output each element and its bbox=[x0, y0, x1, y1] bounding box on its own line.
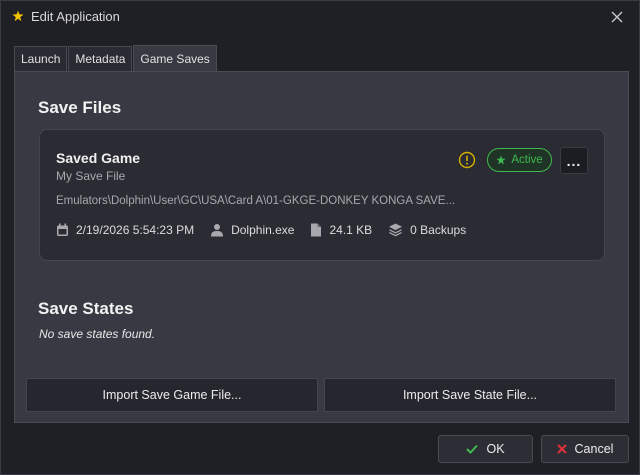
emulator-name: Dolphin.exe bbox=[231, 223, 295, 237]
save-file-card[interactable]: Saved Game My Save File Active ... Emula… bbox=[39, 129, 605, 261]
warning-icon[interactable] bbox=[458, 151, 476, 169]
cancel-button[interactable]: Cancel bbox=[541, 435, 629, 463]
close-icon[interactable] bbox=[608, 8, 626, 26]
save-file-path: Emulators\Dolphin\User\GC\USA\Card A\01-… bbox=[56, 195, 456, 207]
tab-launch[interactable]: Launch bbox=[14, 46, 68, 72]
save-file-meta: 2/19/2026 5:54:23 PM Dolphin.exe 24.1 KB bbox=[56, 221, 482, 239]
save-states-heading: Save States bbox=[38, 299, 134, 318]
tab-metadata[interactable]: Metadata bbox=[68, 46, 133, 72]
window-title: Edit Application bbox=[31, 9, 120, 24]
active-status-badge: Active bbox=[487, 148, 552, 172]
backup-count: 0 Backups bbox=[410, 223, 467, 237]
save-files-heading: Save Files bbox=[38, 98, 122, 117]
more-options-button[interactable]: ... bbox=[560, 147, 588, 174]
active-badge-label: Active bbox=[511, 154, 543, 166]
title-bar: Edit Application bbox=[1, 1, 639, 33]
ok-label: OK bbox=[486, 442, 505, 456]
user-icon bbox=[211, 224, 224, 237]
edit-application-dialog: Edit Application Launch Metadata Game Sa… bbox=[0, 0, 640, 475]
ok-button[interactable]: OK bbox=[438, 435, 533, 463]
star-app-icon bbox=[12, 10, 24, 22]
import-save-game-button[interactable]: Import Save Game File... bbox=[26, 378, 318, 412]
game-saves-panel: Save Files Saved Game My Save File Activ… bbox=[14, 71, 629, 423]
emulator-meta: Dolphin.exe bbox=[210, 223, 294, 237]
date-meta: 2/19/2026 5:54:23 PM bbox=[56, 223, 194, 237]
layers-icon bbox=[389, 223, 403, 237]
import-save-state-button[interactable]: Import Save State File... bbox=[324, 378, 616, 412]
file-size: 24.1 KB bbox=[329, 223, 373, 237]
tab-bar: Launch Metadata Game Saves bbox=[14, 45, 218, 72]
file-icon bbox=[311, 223, 322, 237]
no-save-states-message: No save states found. bbox=[39, 327, 156, 341]
star-icon bbox=[496, 155, 506, 165]
backups-meta: 0 Backups bbox=[388, 223, 466, 237]
calendar-icon bbox=[57, 223, 68, 236]
save-file-subtitle: My Save File bbox=[56, 169, 126, 183]
size-meta: 24.1 KB bbox=[310, 223, 372, 237]
cancel-label: Cancel bbox=[574, 442, 614, 456]
save-date: 2/19/2026 5:54:23 PM bbox=[76, 223, 195, 237]
cancel-x-icon bbox=[556, 444, 567, 454]
tab-game-saves[interactable]: Game Saves bbox=[133, 45, 217, 72]
save-file-title: Saved Game bbox=[56, 150, 141, 166]
check-icon bbox=[466, 444, 479, 454]
